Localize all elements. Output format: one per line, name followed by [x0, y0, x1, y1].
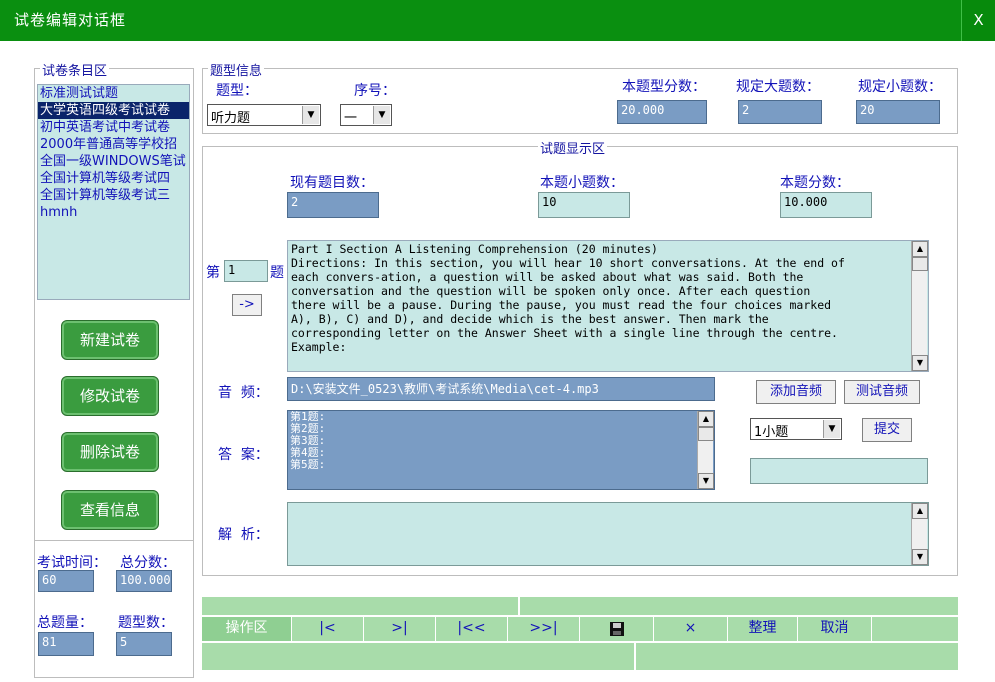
status-divider	[634, 643, 636, 671]
save-button[interactable]	[580, 617, 654, 641]
list-item[interactable]: 全国计算机等级考试三	[38, 187, 189, 204]
question-content-box[interactable]: Part I Section A Listening Comprehension…	[287, 240, 929, 372]
type-count-field[interactable]: 5	[116, 632, 172, 656]
toolbar-filler	[872, 617, 958, 641]
sub-question-value: 1小题	[754, 425, 789, 440]
answer-list[interactable]: 第1题: 第2题: 第3题: 第4题: 第5题:	[287, 410, 715, 490]
paper-list[interactable]: 标准测试试题 大学英语四级考试试卷 初中英语考试中考试卷 2000年普通高等学校…	[37, 84, 190, 300]
analysis-scrollbar[interactable]: ▲ ▼	[911, 503, 928, 565]
answer-item: 第2题:	[290, 422, 326, 435]
major-count-field[interactable]: 2	[738, 100, 822, 124]
list-item[interactable]: 2000年普通高等学校招	[38, 136, 189, 153]
scroll-up-icon[interactable]: ▲	[912, 503, 928, 519]
exam-time-label: 考试时间：	[37, 555, 107, 571]
title-bar: 试卷编辑对话框	[0, 0, 995, 41]
delete-button[interactable]: ×	[654, 617, 728, 641]
next-button[interactable]: >|	[364, 617, 436, 641]
answer-item: 第5题:	[290, 458, 326, 471]
scroll-down-icon[interactable]: ▼	[912, 355, 928, 371]
question-type-label: 题型：	[216, 83, 258, 99]
type-info-group-label: 题型信息	[208, 60, 265, 79]
add-audio-button[interactable]: 添加音频	[756, 380, 836, 404]
list-item[interactable]: 全国计算机等级考试四	[38, 170, 189, 187]
last-button[interactable]: >>|	[508, 617, 580, 641]
status-row-top	[202, 596, 958, 617]
list-item[interactable]: hmnh	[38, 204, 189, 221]
list-item[interactable]: 全国一级WINDOWS笔试	[38, 153, 189, 170]
prev-page-button[interactable]: |<<	[436, 617, 508, 641]
sequence-select[interactable]: 一 ▼	[340, 104, 392, 126]
content-scrollbar[interactable]: ▲ ▼	[911, 241, 928, 371]
edit-paper-button[interactable]: 修改试卷	[61, 376, 159, 416]
nav-prefix: 第	[206, 265, 220, 281]
status-row-bottom	[202, 642, 958, 671]
audio-path-field[interactable]: D:\安装文件_0523\教师\考试系统\Media\cet-4.mp3	[287, 377, 715, 401]
answer-item: 第1题:	[290, 410, 326, 423]
display-group-label: 试题显示区	[538, 138, 608, 157]
sub-count-label: 本题小题数：	[540, 175, 624, 191]
type-score-field[interactable]: 20.000	[617, 100, 707, 124]
answer-item: 第4题:	[290, 446, 326, 459]
type-score-label: 本题型分数：	[622, 79, 706, 95]
cancel-button[interactable]: 取消	[798, 617, 872, 641]
audio-label: 音 频：	[218, 385, 269, 401]
paper-list-group-label: 试卷条目区	[40, 60, 110, 79]
answer-label: 答 案：	[218, 447, 269, 463]
scroll-up-icon[interactable]: ▲	[698, 411, 714, 427]
total-score-label: 总分数：	[120, 555, 176, 571]
question-score-field[interactable]: 10.000	[780, 192, 872, 218]
sub-question-select[interactable]: 1小题 ▼	[750, 418, 842, 440]
test-audio-button[interactable]: 测试音频	[844, 380, 920, 404]
scroll-thumb[interactable]	[912, 257, 928, 271]
close-button[interactable]: X	[961, 0, 995, 41]
list-item-selected[interactable]: 大学英语四级考试试卷	[38, 102, 189, 119]
question-content: Part I Section A Listening Comprehension…	[291, 242, 845, 354]
chevron-down-icon[interactable]: ▼	[373, 106, 390, 124]
answer-scrollbar[interactable]: ▲ ▼	[697, 411, 714, 489]
status-divider	[518, 597, 520, 617]
answer-item: 第3题:	[290, 434, 326, 447]
question-type-value: 听力题	[211, 111, 251, 126]
go-button[interactable]: ->	[232, 294, 262, 316]
type-count-label: 题型数：	[118, 615, 174, 631]
question-type-select[interactable]: 听力题 ▼	[207, 104, 321, 126]
list-item[interactable]: 标准测试试题	[38, 85, 189, 102]
analysis-field[interactable]	[287, 502, 929, 566]
total-score-field[interactable]: 100.000	[116, 570, 172, 592]
minor-count-field[interactable]: 20	[856, 100, 940, 124]
scroll-up-icon[interactable]: ▲	[912, 241, 928, 257]
minor-count-label: 规定小题数：	[858, 79, 942, 95]
chevron-down-icon[interactable]: ▼	[302, 106, 319, 124]
scroll-thumb[interactable]	[698, 427, 714, 441]
delete-paper-button[interactable]: 删除试卷	[61, 432, 159, 472]
save-icon	[609, 622, 624, 636]
scroll-down-icon[interactable]: ▼	[912, 549, 928, 565]
first-button[interactable]: |<	[292, 617, 364, 641]
operation-toolbar: 操作区 |< >| |<< >>| × 整理 取消	[202, 617, 958, 641]
nav-suffix: 题	[270, 265, 284, 281]
exam-time-field[interactable]: 60	[38, 570, 94, 592]
view-info-button[interactable]: 查看信息	[61, 490, 159, 530]
new-paper-button[interactable]: 新建试卷	[61, 320, 159, 360]
existing-count-field[interactable]: 2	[287, 192, 379, 218]
sequence-label: 序号：	[354, 83, 396, 99]
chevron-down-icon[interactable]: ▼	[823, 420, 840, 438]
question-score-label: 本题分数：	[780, 175, 850, 191]
analysis-label: 解 析：	[218, 527, 269, 543]
existing-count-label: 现有题目数：	[290, 175, 374, 191]
submit-button[interactable]: 提交	[862, 418, 912, 442]
sub-count-field[interactable]: 10	[538, 192, 630, 218]
question-number-field[interactable]: 1	[224, 260, 268, 282]
total-questions-field[interactable]: 81	[38, 632, 94, 656]
organize-button[interactable]: 整理	[728, 617, 798, 641]
list-item[interactable]: 初中英语考试中考试卷	[38, 119, 189, 136]
toolbar-label: 操作区	[202, 617, 292, 641]
window-title: 试卷编辑对话框	[14, 11, 127, 29]
answer-input[interactable]	[750, 458, 928, 484]
major-count-label: 规定大题数：	[736, 79, 820, 95]
sequence-value: 一	[344, 111, 358, 126]
scroll-down-icon[interactable]: ▼	[698, 473, 714, 489]
total-questions-label: 总题量：	[37, 615, 93, 631]
